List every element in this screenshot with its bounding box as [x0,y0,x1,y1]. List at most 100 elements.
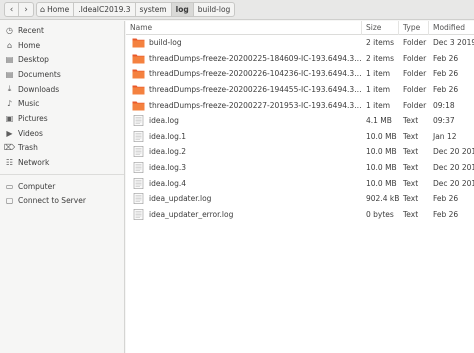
breadcrumb-label: system [139,5,167,14]
table-row[interactable]: idea_updater.log 902.4 kB Text Feb 26 [126,191,474,207]
file-type: Folder [403,38,427,48]
file-name: idea.log.2 [149,147,187,157]
file-name: idea.log.3 [149,163,187,173]
file-name-cell: idea.log [126,113,362,129]
file-type: Text [403,116,419,126]
folder-icon [132,37,145,48]
clock-icon: ◷ [6,25,13,35]
file-name: idea_updater.log [149,194,212,204]
column-size[interactable]: Size [362,20,399,35]
file-modified: Feb 26 [433,194,459,204]
sidebar-item-label: Downloads [18,84,60,94]
breadcrumb-item[interactable]: system [134,2,172,17]
table-row[interactable]: idea.log.4 10.0 MB Text Dec 20 2019 [126,175,474,191]
breadcrumb-label: Home [47,5,70,14]
table-row[interactable]: idea.log.3 10.0 MB Text Dec 20 2019 [126,160,474,176]
text-file-icon [132,162,145,174]
table-row[interactable]: build-log 2 items Folder Dec 3 2019 [126,35,474,51]
breadcrumb-item[interactable]: log [170,2,194,17]
file-name-cell: idea.log.4 [126,175,362,191]
table-row[interactable]: threadDumps-freeze-20200227-201953-IC-19… [126,97,474,113]
file-size: 2 items [366,38,395,48]
file-name: threadDumps-freeze-20200226-104236-IC-19… [149,69,362,79]
sidebar-item-recent[interactable]: ◷ Recent [0,23,124,38]
file-modified: Dec 20 2019 [433,163,474,173]
table-row[interactable]: idea.log.2 10.0 MB Text Dec 20 2019 [126,144,474,160]
file-type: Text [403,178,419,188]
sidebar-item-label: Documents [18,69,61,79]
folder-icon: ▤ [5,55,14,65]
sidebar-item-label: Videos [18,128,43,138]
table-row[interactable]: idea.log 4.1 MB Text 09:37 [126,113,474,129]
sidebar-item-network[interactable]: ☷ Network [0,155,124,170]
table-row[interactable]: threadDumps-freeze-20200225-184609-IC-19… [126,51,474,67]
file-name: threadDumps-freeze-20200226-194455-IC-19… [149,85,362,95]
download-icon: ⤓ [7,84,12,94]
file-type: Text [403,209,419,219]
file-modified: Feb 26 [433,209,459,219]
text-file-icon [132,146,145,158]
network-icon: ☷ [5,158,14,168]
file-type: Folder [403,100,427,110]
file-type: Text [403,131,419,141]
breadcrumb-item[interactable]: build-log [192,2,236,17]
folder-icon [132,84,145,95]
text-file-icon [132,115,145,127]
sidebar-item-label: Recent [18,25,44,35]
table-row[interactable]: threadDumps-freeze-20200226-104236-IC-19… [126,66,474,82]
text-file-icon [132,193,145,205]
chevron-right-icon: › [24,4,28,15]
file-name-cell: idea.log.3 [126,160,362,176]
file-size: 10.0 MB [366,163,397,173]
sidebar-item-desktop[interactable]: ▤ Desktop [0,52,124,67]
file-size: 1 item [366,69,391,79]
table-row[interactable]: threadDumps-freeze-20200226-194455-IC-19… [126,82,474,98]
sidebar-item-connect-to-server[interactable]: ▢ Connect to Server [0,194,124,209]
document-icon: ▤ [5,69,14,79]
file-name-cell: build-log [126,35,362,51]
sidebar-item-documents[interactable]: ▤ Documents [0,67,124,82]
file-name: idea_updater_error.log [149,209,234,219]
file-name-cell: idea.log.1 [126,129,362,145]
text-file-icon [132,130,145,142]
file-type: Folder [403,53,427,63]
folder-icon [132,100,145,111]
video-icon: ▶ [6,128,13,138]
file-size: 1 item [366,100,391,110]
table-row[interactable]: idea.log.1 10.0 MB Text Jan 12 [126,129,474,145]
forward-button[interactable]: › [19,2,34,17]
breadcrumb-item[interactable]: ⌂ Home [36,2,75,17]
column-type[interactable]: Type [399,20,429,35]
table-row[interactable]: idea_updater_error.log 0 bytes Text Feb 26 [126,207,474,223]
sidebar-item-trash[interactable]: ⌦ Trash [0,141,124,156]
file-name-cell: idea.log.2 [126,144,362,160]
file-modified: 09:18 [433,100,455,110]
sidebar-item-label: Computer [18,181,56,191]
column-modified[interactable]: Modified [429,21,474,35]
file-type: Text [403,163,419,173]
file-size: 1 item [366,85,391,95]
sidebar-item-videos[interactable]: ▶ Videos [0,126,124,141]
sidebar-item-home[interactable]: ⌂ Home [0,38,124,53]
sidebar-item-label: Home [18,40,41,50]
sidebar-item-label: Connect to Server [18,196,86,206]
file-size: 4.1 MB [366,116,392,126]
sidebar-item-pictures[interactable]: ▣ Pictures [0,111,124,126]
sidebar-item-music[interactable]: ♪ Music [0,96,124,111]
file-modified: Dec 20 2019 [433,147,474,157]
text-file-icon [132,208,145,220]
file-modified: Jan 12 [433,131,457,141]
music-icon: ♪ [6,99,13,109]
breadcrumb-item[interactable]: .IdeaIC2019.3 [73,2,136,17]
sidebar-item-downloads[interactable]: ⤓ Downloads [0,82,124,97]
breadcrumb: ⌂ Home .IdeaIC2019.3 system log build-log [36,2,236,17]
file-modified: Feb 26 [433,69,459,79]
file-type: Folder [403,69,427,79]
back-button[interactable]: ‹ [4,2,19,17]
column-name[interactable]: Name [126,20,362,35]
sidebar-divider [0,173,124,175]
file-name: idea.log [149,116,179,126]
sidebar-item-computer[interactable]: ▭ Computer [0,179,124,194]
camera-icon: ▣ [5,113,14,123]
file-name-cell: idea_updater.log [126,191,362,207]
